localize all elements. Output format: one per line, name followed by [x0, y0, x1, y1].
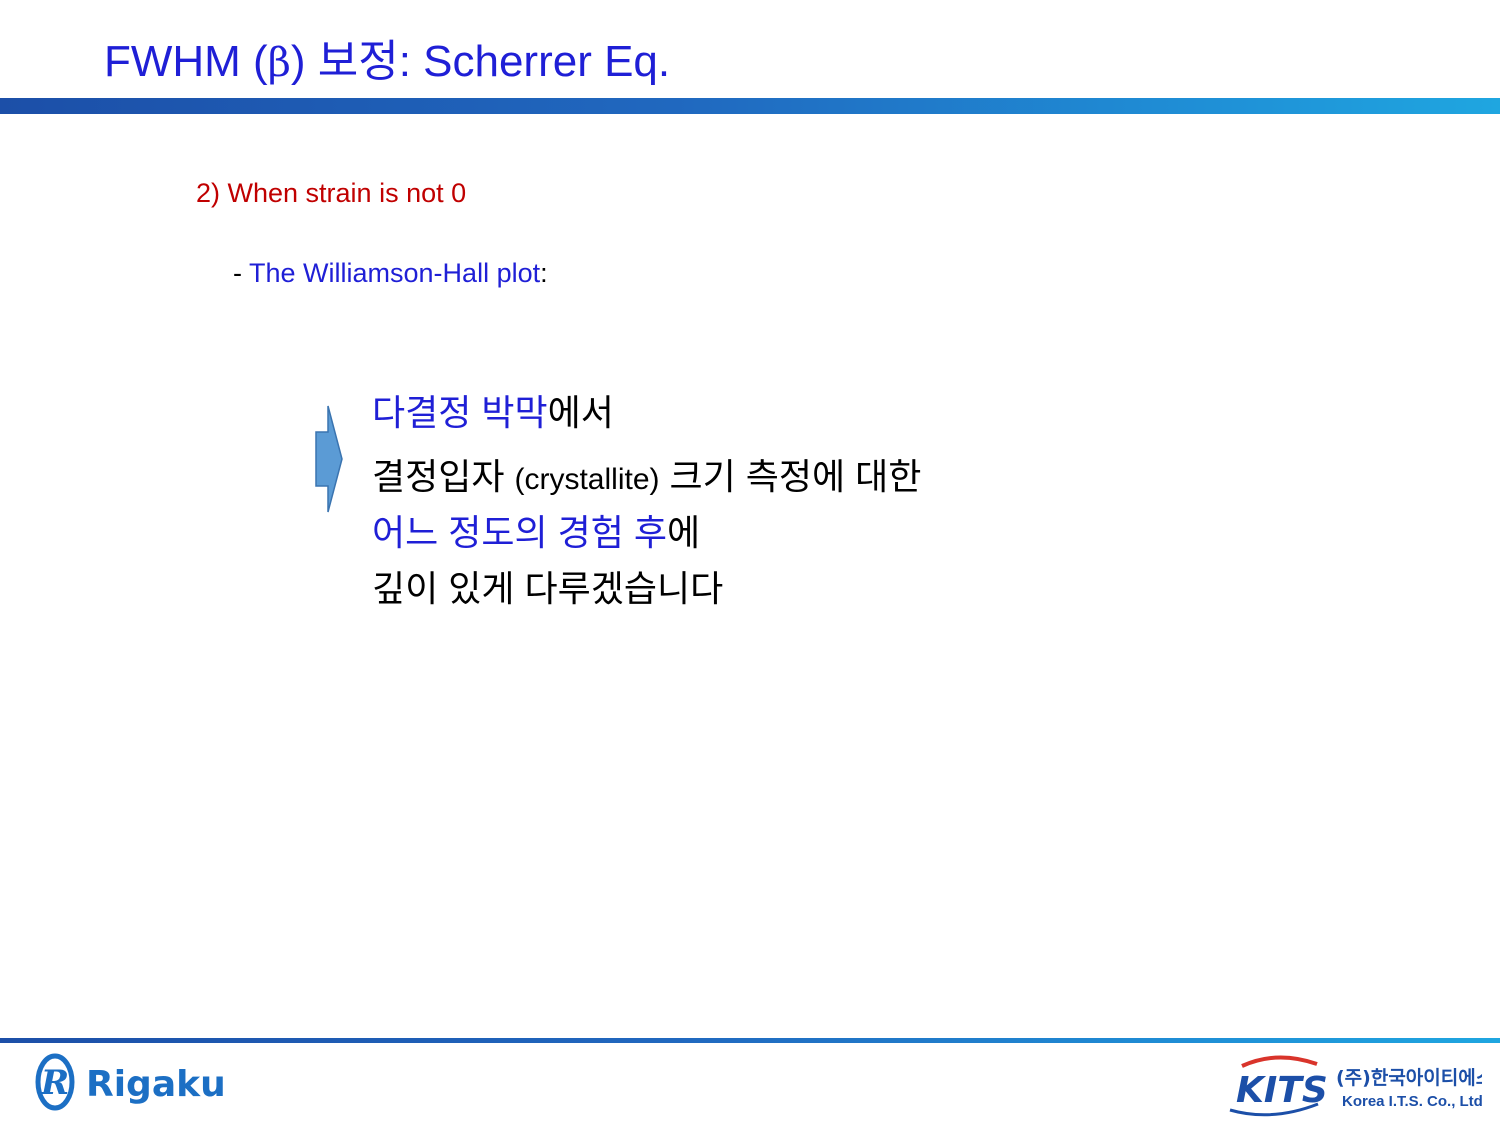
note-line3-rest: 에	[666, 512, 701, 553]
rigaku-r-emblem-icon: R	[35, 1053, 75, 1111]
subitem-colon: :	[540, 258, 548, 288]
svg-text:R: R	[40, 1063, 69, 1103]
subitem-williamson-hall: - The Williamson-Hall plot:	[233, 256, 548, 290]
note-line-1: 다결정 박막에서	[372, 391, 614, 435]
title-prefix: FWHM (	[104, 37, 268, 86]
kits-wordmark: KITS	[1236, 1070, 1328, 1111]
kits-english-name: Korea I.T.S. Co., Ltd.	[1342, 1093, 1482, 1110]
footer-divider-bar	[0, 1038, 1500, 1043]
header-divider-bar	[0, 98, 1500, 114]
note-line3-highlight: 어느 정도의 경험 후	[372, 512, 667, 553]
subitem-dash: -	[233, 258, 250, 288]
kits-logo: KITS (주)한국아이티에스 Korea I.T.S. Co., Ltd.	[1229, 1055, 1482, 1117]
note-line2-end: 크기 측정에 대한	[659, 456, 922, 497]
rigaku-logo: R Rigaku	[35, 1053, 226, 1111]
note-line-2: 결정입자 (crystallite) 크기 측정에 대한	[372, 455, 921, 502]
note-line2-start: 결정입자	[372, 456, 515, 497]
right-arrow-icon	[315, 405, 343, 513]
slide-title: FWHM (β) 보정: Scherrer Eq.	[104, 34, 670, 91]
note-line1-highlight: 다결정 박막	[372, 392, 548, 433]
rigaku-wordmark: Rigaku	[86, 1064, 226, 1105]
kits-swoosh-icon	[1241, 1055, 1318, 1068]
note-line1-rest: 에서	[547, 392, 614, 433]
note-line-3: 어느 정도의 경험 후에	[372, 511, 700, 555]
williamson-hall-link-text: The Williamson-Hall plot	[249, 258, 541, 288]
title-korean: ) 보정	[290, 37, 399, 86]
note-line-4: 깊이 있게 다루겠습니다	[372, 568, 724, 609]
note-line2-paren: (crystallite)	[514, 463, 660, 496]
title-tail: : Scherrer Eq.	[398, 37, 671, 86]
kits-korean-name: (주)한국아이티에스	[1336, 1067, 1482, 1089]
step-label: 2) When strain is not 0	[196, 178, 467, 208]
title-beta-symbol: β	[267, 40, 291, 86]
